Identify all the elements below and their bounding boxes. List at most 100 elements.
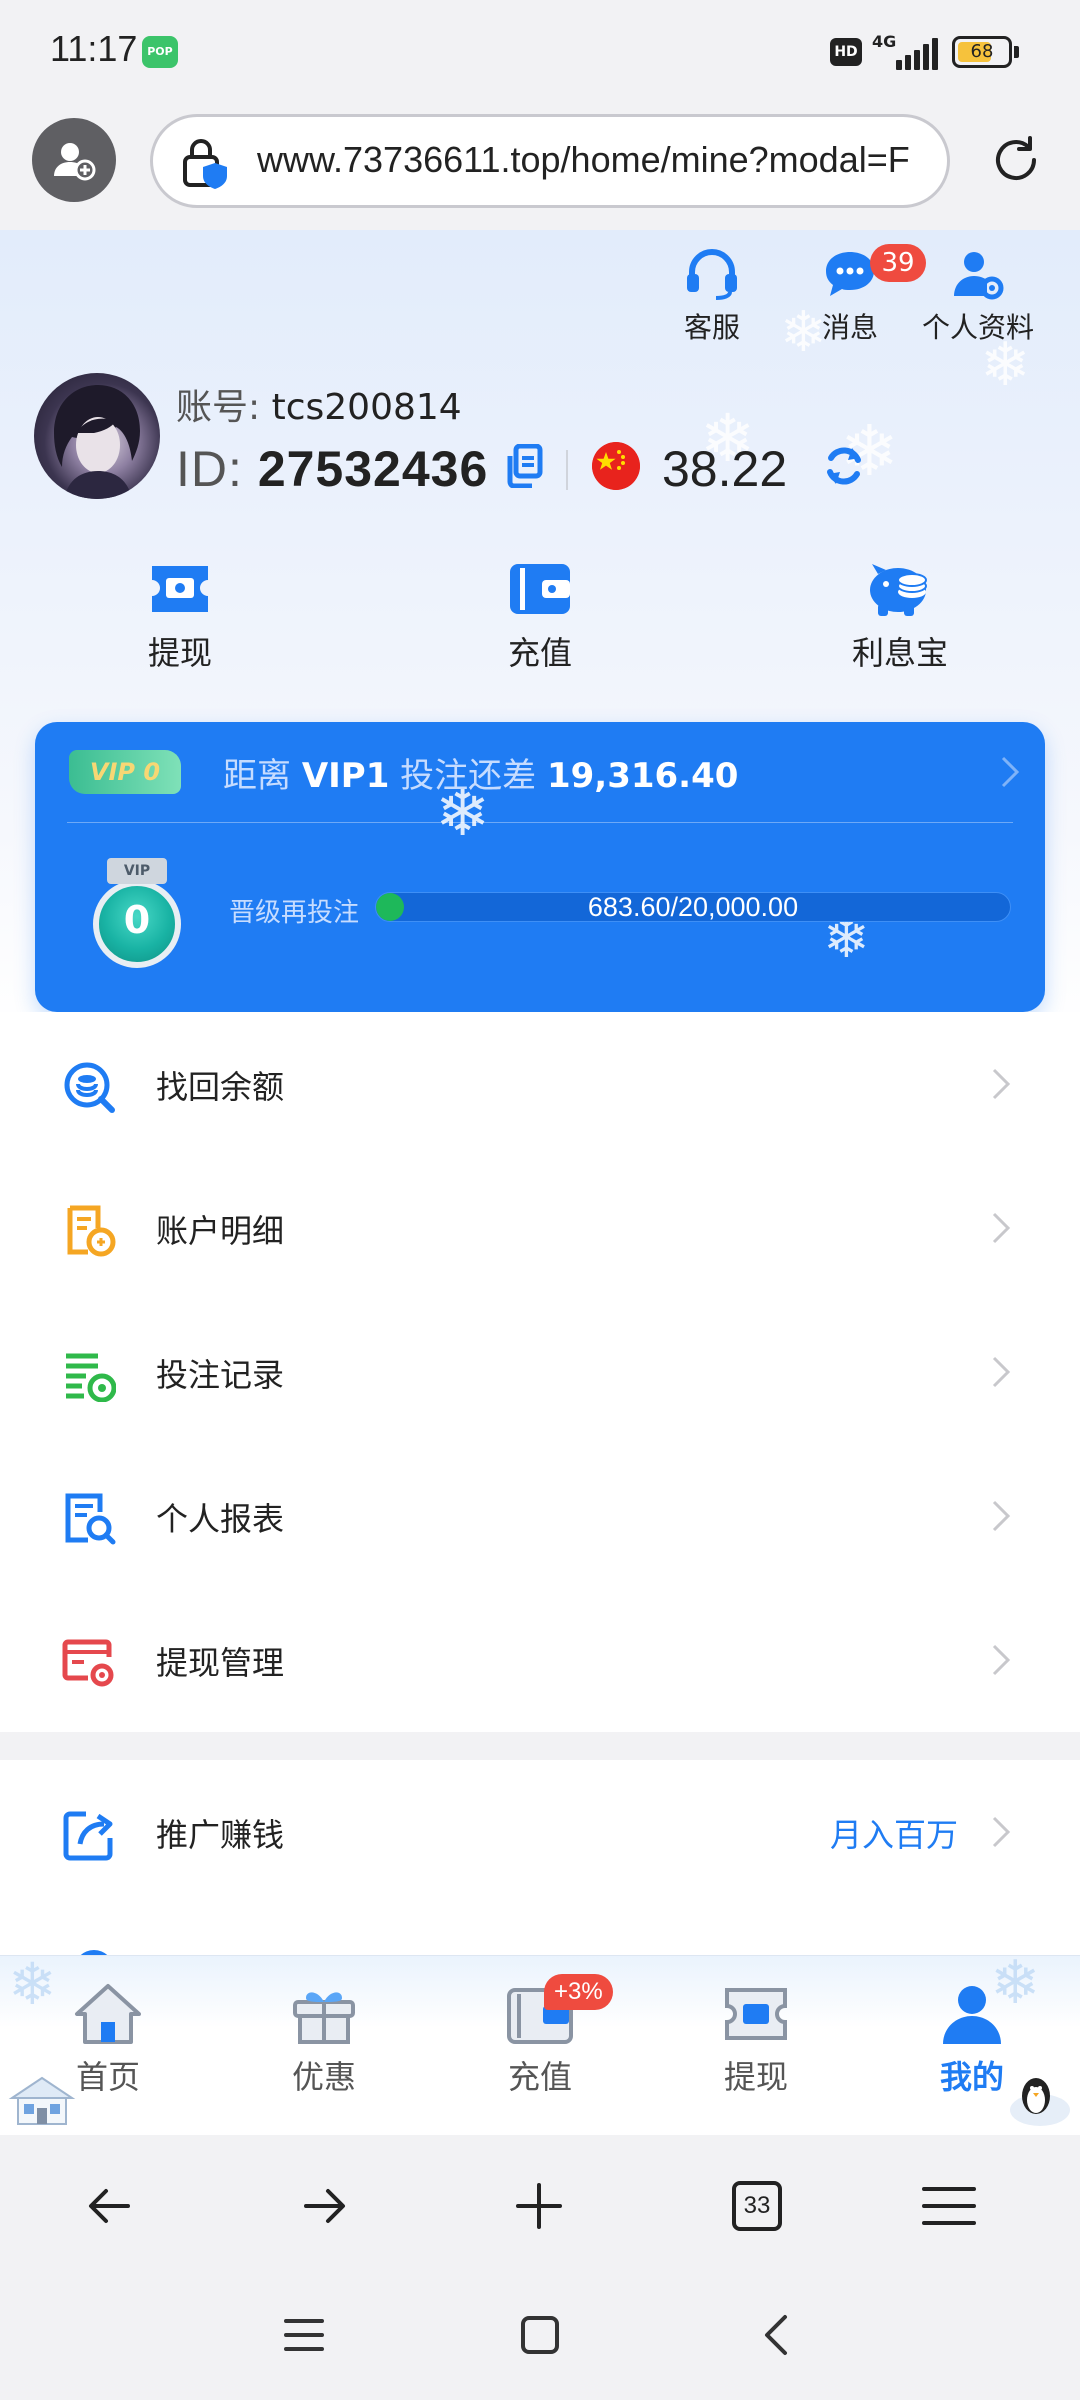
- status-time: 11:17: [50, 28, 138, 69]
- balance-value: 38.22: [662, 441, 788, 497]
- vip-card[interactable]: ❄ ❄ VIP 0 距离 VIP1 投注还差 19,316.40 VIP 0 晋…: [35, 722, 1045, 1012]
- account-line: 账号: tcs200814: [176, 378, 462, 430]
- home-icon: [75, 1984, 141, 2044]
- tab-count: 33: [732, 2181, 782, 2231]
- url-field[interactable]: www.73736611.top/home/mine?modal=F: [150, 114, 950, 208]
- recents-icon: [284, 2319, 324, 2351]
- menu-item-withdraw-manage[interactable]: 提现管理: [0, 1588, 1080, 1732]
- copy-icon[interactable]: [506, 444, 544, 488]
- avatar[interactable]: [34, 373, 160, 499]
- messages-badge: 39: [870, 244, 926, 282]
- url-text: www.73736611.top/home/mine?modal=F: [257, 139, 910, 180]
- quick-actions: 提现 充值 利息宝: [0, 560, 1080, 700]
- nav-label: 提现: [723, 2058, 788, 2096]
- nav-label: 我的: [939, 2058, 1004, 2096]
- menu-label: 投注记录: [156, 1356, 285, 1394]
- report-icon: [65, 1493, 116, 1545]
- menu-item-account-detail[interactable]: 账户明细: [0, 1156, 1080, 1300]
- vip-medal-icon: VIP 0: [93, 858, 181, 970]
- add-user-icon: [54, 143, 96, 181]
- menu-item-personal-report[interactable]: 个人报表: [0, 1444, 1080, 1588]
- battery-label: 68: [970, 41, 994, 62]
- user-settings-icon: [954, 252, 1004, 300]
- refresh-balance-icon[interactable]: [822, 444, 866, 488]
- quick-withdraw-button[interactable]: 提现: [90, 560, 270, 674]
- hd-badge: HD: [830, 38, 862, 66]
- reload-icon[interactable]: [986, 130, 1046, 190]
- new-tab-button[interactable]: [504, 2171, 574, 2241]
- menu-list: 找回余额 账户明细 投注记录 个人报表 提现管理 推广赚钱 月入百万: [0, 1012, 1080, 1904]
- battery-tip: [1014, 46, 1019, 58]
- withdraw-icon: [725, 1988, 787, 2040]
- browser-menu-button[interactable]: [914, 2171, 984, 2241]
- id-line: ID: 27532436: [176, 440, 488, 498]
- progress-label: 晋级再投注: [229, 898, 360, 928]
- withdraw-icon: [152, 566, 208, 612]
- vip-divider: [67, 822, 1013, 823]
- user-icon: [943, 1986, 1001, 2044]
- nav-withdraw[interactable]: 提现: [676, 1982, 836, 2098]
- page: 11:17 POP HD 4G 68 www.73736611.top/home…: [0, 0, 1080, 2400]
- vip-progress-summary: 距离 VIP1 投注还差 19,316.40: [223, 748, 738, 797]
- chevron-left-icon: [765, 2315, 787, 2355]
- nav-promotions[interactable]: 优惠: [244, 1982, 404, 2098]
- vip-distance-label: 距离: [223, 756, 291, 796]
- china-flag-icon: [592, 442, 640, 490]
- account-name: tcs200814: [271, 387, 462, 428]
- status-bar: 11:17 POP HD 4G 68: [0, 0, 1080, 100]
- system-recents-button[interactable]: [274, 2305, 334, 2365]
- recharge-bonus-badge: +3%: [544, 1974, 613, 2010]
- chevron-right-icon: [992, 1356, 1011, 1388]
- vip-next-level: VIP1: [301, 756, 390, 796]
- messages-label: 消息: [821, 311, 878, 344]
- menu-item-recover-balance[interactable]: 找回余额: [0, 1012, 1080, 1156]
- system-home-button[interactable]: [510, 2305, 570, 2365]
- snow-house-decoration: [8, 2076, 76, 2125]
- battery-icon: 68: [952, 36, 1012, 68]
- menu-label: 账户明细: [156, 1212, 285, 1250]
- section-gap: [0, 1732, 1080, 1760]
- share-edit-icon: [63, 1811, 113, 1861]
- nav-label: 充值: [507, 2058, 572, 2096]
- system-nav: [0, 2275, 1080, 2400]
- lock-shield-icon: [183, 139, 227, 189]
- quick-interest-button[interactable]: 利息宝: [810, 560, 990, 674]
- search-balance-icon: [64, 1062, 115, 1113]
- browser-profile-button[interactable]: [32, 118, 116, 202]
- app-notification-icon: POP: [142, 36, 178, 68]
- arrow-right-icon: [304, 2189, 345, 2223]
- vip-medal-ribbon: VIP: [107, 858, 167, 884]
- app-bottom-nav: ❄ ❄ 首页 优惠 +3% 充值 提现 我的: [0, 1948, 1080, 2135]
- vip-medal-level: 0: [123, 898, 151, 942]
- messages-button[interactable]: 39 消息: [820, 244, 926, 346]
- profile-button[interactable]: 个人资料: [922, 248, 1034, 346]
- menu-item-promote[interactable]: 推广赚钱 月入百万: [0, 1760, 1080, 1904]
- penguin-decoration: [1010, 2078, 1070, 2126]
- menu-label: 个人报表: [156, 1500, 285, 1538]
- chevron-right-icon: [992, 1068, 1011, 1100]
- nav-recharge[interactable]: +3% 充值: [460, 1974, 620, 2098]
- arrow-left-icon: [89, 2189, 130, 2223]
- main-content: ❄ ❄ ❄ ❄ 客服 39 消息 个人资料 账号: tcs200814 ID: …: [0, 230, 1080, 1955]
- bet-record-icon: [66, 1353, 116, 1402]
- nav-label: 首页: [75, 2058, 140, 2096]
- vip-gap-label: 投注还差: [400, 756, 537, 796]
- withdraw-manage-icon: [62, 1639, 114, 1687]
- vip-progress-bar: 683.60/20,000.00: [375, 892, 1011, 922]
- menu-label: 提现管理: [156, 1644, 285, 1682]
- signal-icon: [896, 38, 940, 70]
- headset-icon: [687, 249, 737, 300]
- tabs-button[interactable]: 33: [722, 2171, 792, 2241]
- forward-button[interactable]: [290, 2171, 360, 2241]
- menu-item-bet-record[interactable]: 投注记录: [0, 1300, 1080, 1444]
- quick-recharge-button[interactable]: 充值: [450, 560, 630, 674]
- system-back-button[interactable]: [746, 2305, 806, 2365]
- chevron-right-icon: [992, 1500, 1011, 1532]
- back-button[interactable]: [74, 2171, 144, 2241]
- id-value: 27532436: [257, 441, 489, 497]
- wallet-icon: [510, 564, 570, 614]
- profile-label: 个人资料: [922, 311, 1035, 344]
- vip-progress-text: 683.60/20,000.00: [587, 892, 799, 922]
- customer-service-button[interactable]: 客服: [682, 248, 742, 346]
- customer-service-label: 客服: [683, 311, 740, 344]
